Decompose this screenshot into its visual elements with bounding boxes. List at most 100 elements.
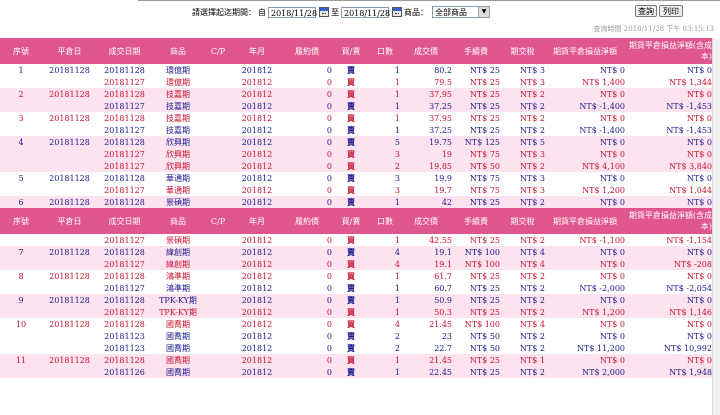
table-row[interactable]: 20181127 環億期 201812 0 買 1 79.5 NT$ 25 NT$ 3 NT$ 1… [0, 76, 712, 88]
qty-cell: 1 [370, 124, 400, 136]
price-cell: 60.7 [400, 282, 452, 294]
tax-cell: NT$ 3 [500, 148, 545, 160]
table-row[interactable]: 20181127 緯創期 201812 0 買 4 19.1 NT$ 100 NT$ 4 NT$ … [0, 258, 712, 270]
side-cell: 賣 [332, 64, 370, 76]
close-date-cell: 20181128 [42, 354, 97, 366]
pnl-cell: NT$ 0 [545, 88, 625, 100]
fee-cell: NT$ 75 [452, 148, 500, 160]
close-date-cell [42, 366, 97, 378]
seq-cell: 2 [0, 88, 42, 100]
seq-cell [0, 100, 42, 112]
cp-cell [204, 196, 232, 208]
start-date-input[interactable]: 2018/11/28 [268, 6, 317, 18]
table-row[interactable]: 20181127 華通期 201812 0 買 3 19.7 NT$ 75 NT$ 3 NT$ 1… [0, 184, 712, 196]
qty-cell: 3 [370, 172, 400, 184]
tax-cell: NT$ 2 [500, 342, 545, 354]
fee-cell: NT$ 75 [452, 172, 500, 184]
strike-cell: 0 [282, 172, 332, 184]
year-month-cell: 201812 [232, 306, 282, 318]
cp-cell [204, 330, 232, 342]
fee-cell: NT$ 25 [452, 294, 500, 306]
qty-cell: 1 [370, 76, 400, 88]
fee-cell: NT$ 125 [452, 136, 500, 148]
product-select[interactable]: 全部商品 ▼ [432, 6, 490, 18]
col-header-qty: 口數 [370, 38, 400, 64]
price-cell: 50.3 [400, 306, 452, 318]
table-row[interactable]: 10 20181128 20181128 國喬期 201812 0 買 4 21.45 NT$ 1… [0, 318, 712, 330]
side-cell: 賣 [332, 196, 370, 208]
tax-cell: NT$ 2 [500, 88, 545, 100]
qty-cell: 1 [370, 64, 400, 76]
side-cell: 買 [332, 258, 370, 270]
price-cell: 37.95 [400, 88, 452, 100]
trade-date-cell: 20181127 [97, 76, 152, 88]
fee-cell: NT$ 25 [452, 354, 500, 366]
product-cell: 技嘉期 [152, 100, 204, 112]
year-month-cell: 201812 [232, 172, 282, 184]
table-row[interactable]: 20181127 TPK-KY期 201812 0 買 1 50.3 NT$ 25 NT$ 2N… [0, 306, 712, 318]
price-cell: 19.7 [400, 184, 452, 196]
close-date-cell: 20181128 [42, 318, 97, 330]
price-cell: 22.45 [400, 366, 452, 378]
table-row[interactable]: 8 20181128 20181128 鴻準期 201812 0 買 1 61.7 NT$ 25 N… [0, 270, 712, 282]
tax-cell: NT$ 1 [500, 354, 545, 366]
pnl-cost-cell: NT$ 0 [625, 196, 712, 208]
table-row[interactable]: 20181127 欣興期 201812 0 買 3 19 NT$ 75 NT$ 3 NT$ 0 NT… [0, 148, 712, 160]
price-cell: 19 [400, 148, 452, 160]
table-row[interactable]: 1 20181128 20181128 環億期 201812 0 賣 1 80.2 NT$ 25 N… [0, 64, 712, 76]
pnl-cell: NT$ 0 [545, 64, 625, 76]
tax-cell: NT$ 2 [500, 366, 545, 378]
table-row[interactable]: 9 20181128 20181128 TPK-KY期 201812 0 賣 1 50.9 NT$… [0, 294, 712, 306]
year-month-cell: 201812 [232, 258, 282, 270]
price-cell: 19.85 [400, 160, 452, 172]
table-row[interactable]: 3 20181128 20181128 技嘉期 201812 0 買 1 37.95 NT$ 25… [0, 112, 712, 124]
fee-cell: NT$ 50 [452, 160, 500, 172]
trade-date-cell: 20181128 [97, 64, 152, 76]
table-row[interactable]: 20181126 國喬期 201812 0 賣 1 22.45 NT$ 25 NT$ 2 NT$ … [0, 366, 712, 378]
chevron-down-icon[interactable]: ▼ [478, 7, 489, 17]
table-row[interactable]: 20181127 鴻準期 201812 0 賣 1 60.7 NT$ 25 NT$ 2 NT$ -… [0, 282, 712, 294]
strike-cell: 0 [282, 100, 332, 112]
table-row[interactable]: 2 20181128 20181128 技嘉期 201812 0 買 1 37.95 NT$ 25… [0, 88, 712, 100]
pnl-cost-cell: NT$ 1,146 [625, 306, 712, 318]
query-button[interactable]: 查詢 [635, 5, 657, 17]
filter-area: 請選擇起迄期間： 自 2018/11/28 至 2018/11/28 商品： 全… [0, 0, 720, 38]
strike-cell: 0 [282, 354, 332, 366]
print-button[interactable]: 列印 [659, 5, 683, 17]
table-row[interactable]: 20181127 技嘉期 201812 0 賣 1 37.25 NT$ 25 NT$ 2 NT$ … [0, 124, 712, 136]
table-row[interactable]: 6 20181128 20181128 景碩期 201812 0 賣 1 42 NT$ 25 NT$… [0, 196, 712, 208]
table-row[interactable]: 4 20181128 20181128 欣興期 201812 0 賣 5 19.75 NT$ 12… [0, 136, 712, 148]
table-row[interactable]: 20181123 國喬期 201812 0 賣 2 22.7 NT$ 50 NT$ 2 NT$ 1… [0, 342, 712, 354]
end-date-input[interactable]: 2018/11/28 [341, 6, 390, 18]
filter-bar: 請選擇起迄期間： 自 2018/11/28 至 2018/11/28 商品： 全… [192, 5, 490, 19]
seq-cell [0, 366, 42, 378]
product-cell: 技嘉期 [152, 124, 204, 136]
table-row[interactable]: 20181127 技嘉期 201812 0 賣 1 37.25 NT$ 25 NT$ 2 NT$ … [0, 100, 712, 112]
seq-cell [0, 124, 42, 136]
product-cell: 欣興期 [152, 136, 204, 148]
pnl-cost-cell: NT$ -1,154 [625, 234, 712, 246]
product-cell: 緯創期 [152, 246, 204, 258]
table-row[interactable]: 20181127 欣興期 201812 0 買 2 19.85 NT$ 50 NT$ 2 NT$ … [0, 160, 712, 172]
year-month-cell: 201812 [232, 100, 282, 112]
strike-cell: 0 [282, 184, 332, 196]
vertical-scrollbar[interactable] [712, 38, 720, 415]
table-row[interactable]: 5 20181128 20181128 華通期 201812 0 賣 3 19.9 NT$ 75 N… [0, 172, 712, 184]
calendar-icon[interactable] [392, 7, 402, 17]
table-row[interactable]: 20181127 景碩期 201812 0 買 1 42.55 NT$ 25 NT$ 2 NT$ … [0, 234, 712, 246]
cp-cell [204, 124, 232, 136]
product-cell: 國喬期 [152, 366, 204, 378]
price-cell: 37.25 [400, 124, 452, 136]
cp-cell [204, 246, 232, 258]
calendar-icon[interactable] [319, 7, 329, 17]
table-row[interactable]: 7 20181128 20181128 緯創期 201812 0 賣 4 19.1 NT$ 100… [0, 246, 712, 258]
table-row[interactable]: 11 20181128 20181128 國喬期 201812 0 買 1 21.45 NT$ 2… [0, 354, 712, 366]
pnl-cell: NT$ 11,200 [545, 342, 625, 354]
table-row[interactable]: 20181123 國喬期 201812 0 賣 2 23 NT$ 50 NT$ 2 NT$ 0 NT… [0, 330, 712, 342]
product-cell: 景碩期 [152, 196, 204, 208]
price-cell: 21.45 [400, 318, 452, 330]
col-header-side: 買/賣 [332, 208, 370, 234]
seq-cell [0, 148, 42, 160]
qty-cell: 3 [370, 184, 400, 196]
tax-cell: NT$ 4 [500, 318, 545, 330]
